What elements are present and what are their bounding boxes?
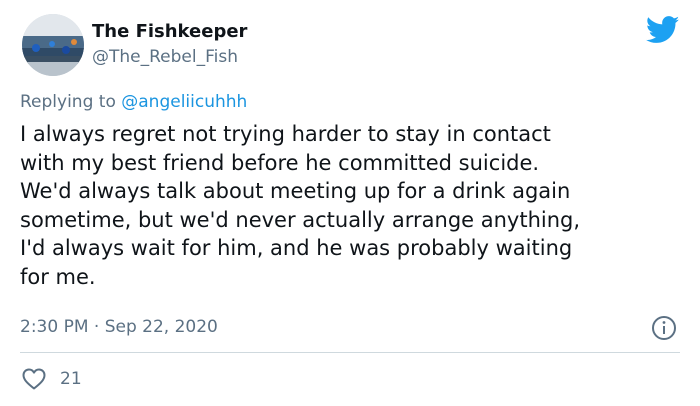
divider [20, 352, 680, 353]
replying-to-prefix: Replying to [20, 92, 122, 112]
tweet-card: The Fishkeeper @The_Rebel_Fish Replying … [0, 0, 700, 406]
like-count: 21 [60, 369, 82, 389]
author-block[interactable]: The Fishkeeper @The_Rebel_Fish [92, 20, 247, 68]
replying-to-link[interactable]: @angeliicuhhh [121, 92, 247, 112]
bird-icon[interactable] [646, 16, 680, 44]
tweet-date[interactable]: Sep 22, 2020 [105, 317, 218, 337]
author-display-name[interactable]: The Fishkeeper [92, 20, 247, 44]
author-handle[interactable]: @The_Rebel_Fish [92, 46, 247, 68]
info-icon[interactable] [651, 315, 677, 341]
tweet-time[interactable]: 2:30 PM [20, 317, 89, 337]
heart-icon[interactable] [22, 368, 46, 390]
replying-to-line: Replying to @angeliicuhhh [20, 90, 247, 114]
timestamp-separator: · [88, 317, 105, 337]
avatar-image [22, 14, 84, 76]
tweet-text: I always regret not trying harder to sta… [20, 122, 581, 289]
tweet-timestamp[interactable]: 2:30 PM · Sep 22, 2020 [20, 315, 218, 339]
avatar[interactable] [22, 14, 84, 76]
